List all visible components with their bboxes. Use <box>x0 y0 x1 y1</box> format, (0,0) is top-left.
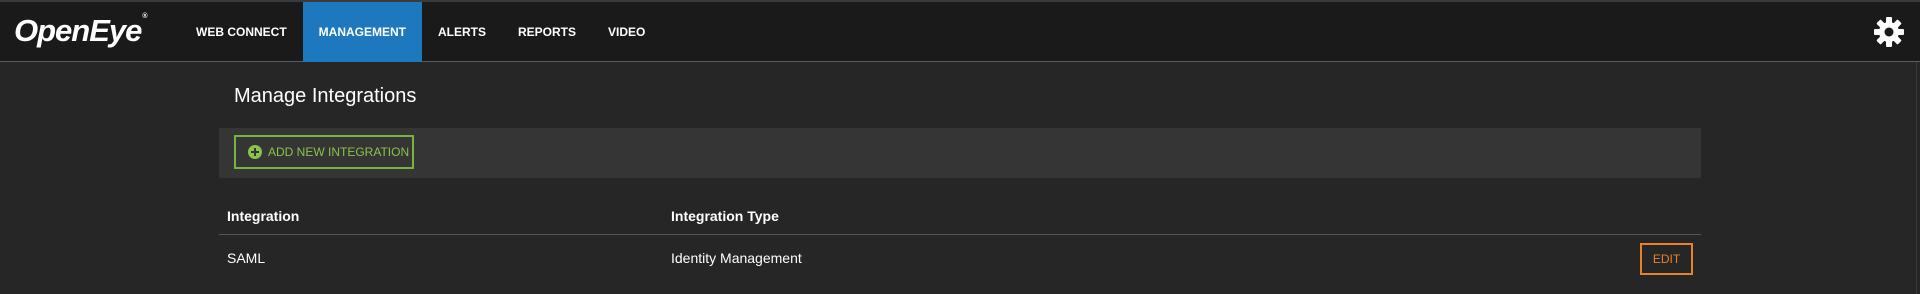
gear-icon[interactable] <box>1873 16 1905 48</box>
scrollbar-track[interactable] <box>1916 62 1917 294</box>
integration-type-cell: Identity Management <box>671 250 802 266</box>
edit-button[interactable]: EDIT <box>1640 243 1693 275</box>
logo-trademark: ® <box>142 13 147 20</box>
table-row: SAML Identity Management EDIT <box>219 235 1701 285</box>
integrations-toolbar: ADD NEW INTEGRATION <box>219 128 1701 178</box>
main-nav: WEB CONNECT MANAGEMENT ALERTS REPORTS VI… <box>180 2 661 62</box>
nav-video[interactable]: VIDEO <box>592 2 661 62</box>
add-new-integration-button[interactable]: ADD NEW INTEGRATION <box>234 135 414 169</box>
plus-circle-icon <box>248 145 262 159</box>
add-new-integration-label: ADD NEW INTEGRATION <box>268 145 410 159</box>
table-header: Integration Integration Type <box>219 198 1701 235</box>
openeye-logo[interactable]: OpenEye® <box>14 13 148 49</box>
nav-management[interactable]: MANAGEMENT <box>302 2 422 62</box>
integration-name-cell: SAML <box>227 250 266 266</box>
logo-text: OpenEye <box>14 13 142 48</box>
nav-alerts[interactable]: ALERTS <box>422 2 502 62</box>
column-header-integration: Integration <box>227 208 300 224</box>
page-title: Manage Integrations <box>234 85 417 107</box>
nav-web-connect[interactable]: WEB CONNECT <box>180 2 303 62</box>
top-navigation-bar: OpenEye® WEB CONNECT MANAGEMENT ALERTS R… <box>0 0 1920 62</box>
integrations-table: Integration Integration Type SAML Identi… <box>219 198 1701 285</box>
nav-reports[interactable]: REPORTS <box>502 2 592 62</box>
column-header-integration-type: Integration Type <box>671 208 779 224</box>
